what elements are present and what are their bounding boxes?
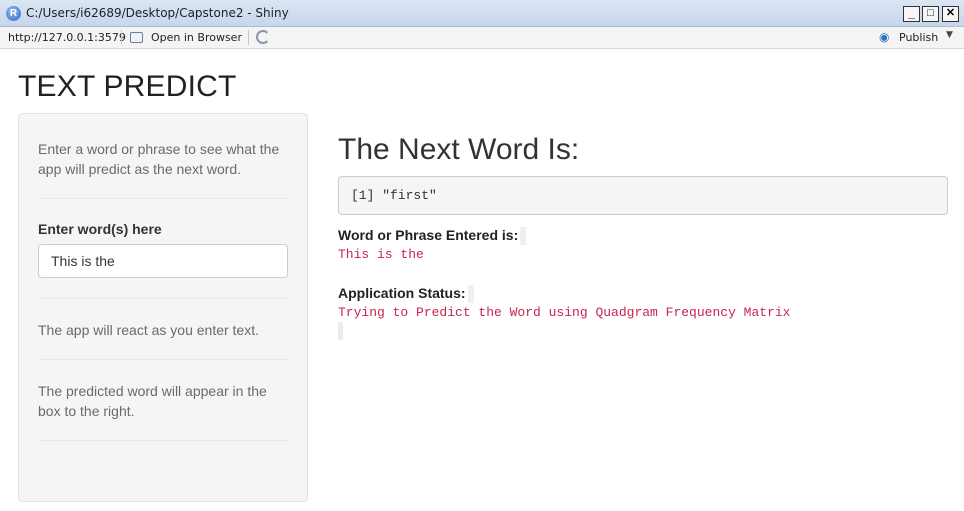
entered-phrase-value: This is the — [338, 247, 424, 262]
sidebar-result-note: The predicted word will appear in the bo… — [38, 383, 267, 419]
output-marker — [467, 285, 474, 304]
publish-button[interactable]: Publish — [899, 31, 938, 44]
sidebar-divider — [38, 198, 288, 199]
word-input[interactable] — [38, 244, 288, 278]
sidebar-react-note: The app will react as you enter text. — [38, 322, 259, 338]
application-status-value: Trying to Predict the Word using Quadgra… — [338, 305, 791, 320]
application-status-label-text: Application Status: — [338, 285, 466, 301]
open-browser-icon[interactable] — [130, 32, 143, 43]
sidebar-panel: Enter a word or phrase to see what the a… — [18, 113, 308, 502]
prediction-heading: The Next Word Is: — [338, 133, 580, 166]
publish-icon[interactable]: ◉ — [879, 31, 894, 43]
sidebar-divider — [38, 298, 288, 299]
open-in-browser-button[interactable]: Open in Browser — [151, 31, 242, 44]
output-marker — [520, 227, 527, 246]
toolbar-divider — [248, 30, 249, 45]
window-title: C:/Users/i62689/Desktop/Capstone2 - Shin… — [26, 6, 289, 20]
minimize-button[interactable]: _ — [903, 6, 920, 22]
entered-phrase-label: Word or Phrase Entered is: — [338, 227, 527, 246]
chevron-down-icon[interactable]: ▼ — [946, 30, 953, 40]
word-input-label: Enter word(s) here — [38, 221, 162, 237]
output-marker — [338, 322, 343, 340]
refresh-icon[interactable] — [256, 30, 270, 44]
prediction-output: [1] "first" — [338, 176, 948, 215]
toolbar-divider — [121, 30, 122, 45]
entered-phrase-label-text: Word or Phrase Entered is: — [338, 227, 519, 243]
sidebar-divider — [38, 440, 288, 441]
page-title: TEXT PREDICT — [18, 70, 237, 103]
viewer-toolbar: http://127.0.0.1:3579 Open in Browser ◉ … — [0, 27, 964, 49]
window-titlebar: R C:/Users/i62689/Desktop/Capstone2 - Sh… — [0, 0, 964, 27]
maximize-button[interactable]: □ — [922, 6, 939, 22]
close-button[interactable]: ✕ — [942, 6, 959, 22]
rstudio-app-icon: R — [6, 6, 21, 21]
url-display: http://127.0.0.1:3579 — [8, 31, 126, 44]
application-status-label: Application Status: — [338, 285, 474, 304]
sidebar-intro-text: Enter a word or phrase to see what the a… — [38, 141, 280, 177]
sidebar-divider — [38, 359, 288, 360]
